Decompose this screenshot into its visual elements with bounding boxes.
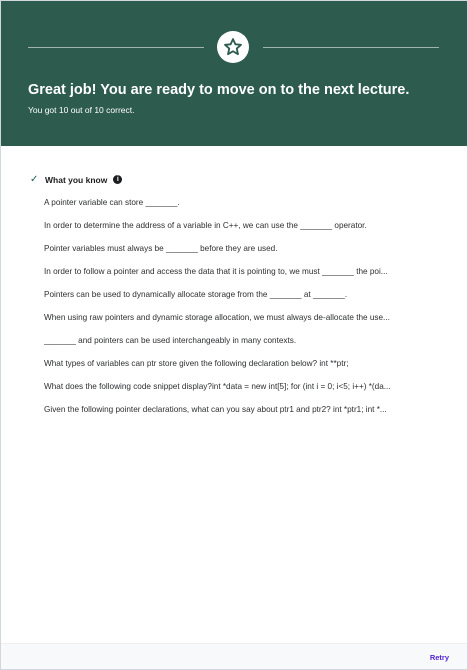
retry-button[interactable]: Retry (430, 653, 449, 662)
list-item: Pointer variables must always be _______… (44, 244, 278, 253)
question-list: A pointer variable can store _______. In… (44, 197, 439, 427)
divider-left (28, 47, 204, 48)
list-item: When using raw pointers and dynamic stor… (44, 313, 390, 322)
star-badge (217, 31, 249, 63)
list-item: _______ and pointers can be used interch… (44, 336, 297, 345)
list-item: What does the following code snippet dis… (44, 382, 391, 391)
section-title: What you know (45, 174, 108, 185)
what-you-know-header: ✓ What you know i (30, 174, 123, 185)
list-item: In order to determine the address of a v… (44, 221, 367, 230)
list-item: What types of variables can ptr store gi… (44, 359, 349, 368)
star-icon (224, 38, 242, 56)
info-icon[interactable]: i (113, 175, 123, 184)
list-item: Pointers can be used to dynamically allo… (44, 290, 348, 299)
result-headline: Great job! You are ready to move on to t… (28, 82, 410, 98)
list-item: In order to follow a pointer and access … (44, 267, 388, 276)
list-item: A pointer variable can store _______. (44, 198, 180, 207)
result-footer: Retry (1, 643, 467, 669)
result-banner: Great job! You are ready to move on to t… (1, 1, 467, 146)
check-icon: ✓ (30, 174, 39, 185)
quiz-result-panel: Great job! You are ready to move on to t… (0, 0, 468, 670)
score-text: You got 10 out of 10 correct. (28, 105, 135, 115)
divider-right (263, 47, 439, 48)
list-item: Given the following pointer declarations… (44, 405, 387, 414)
